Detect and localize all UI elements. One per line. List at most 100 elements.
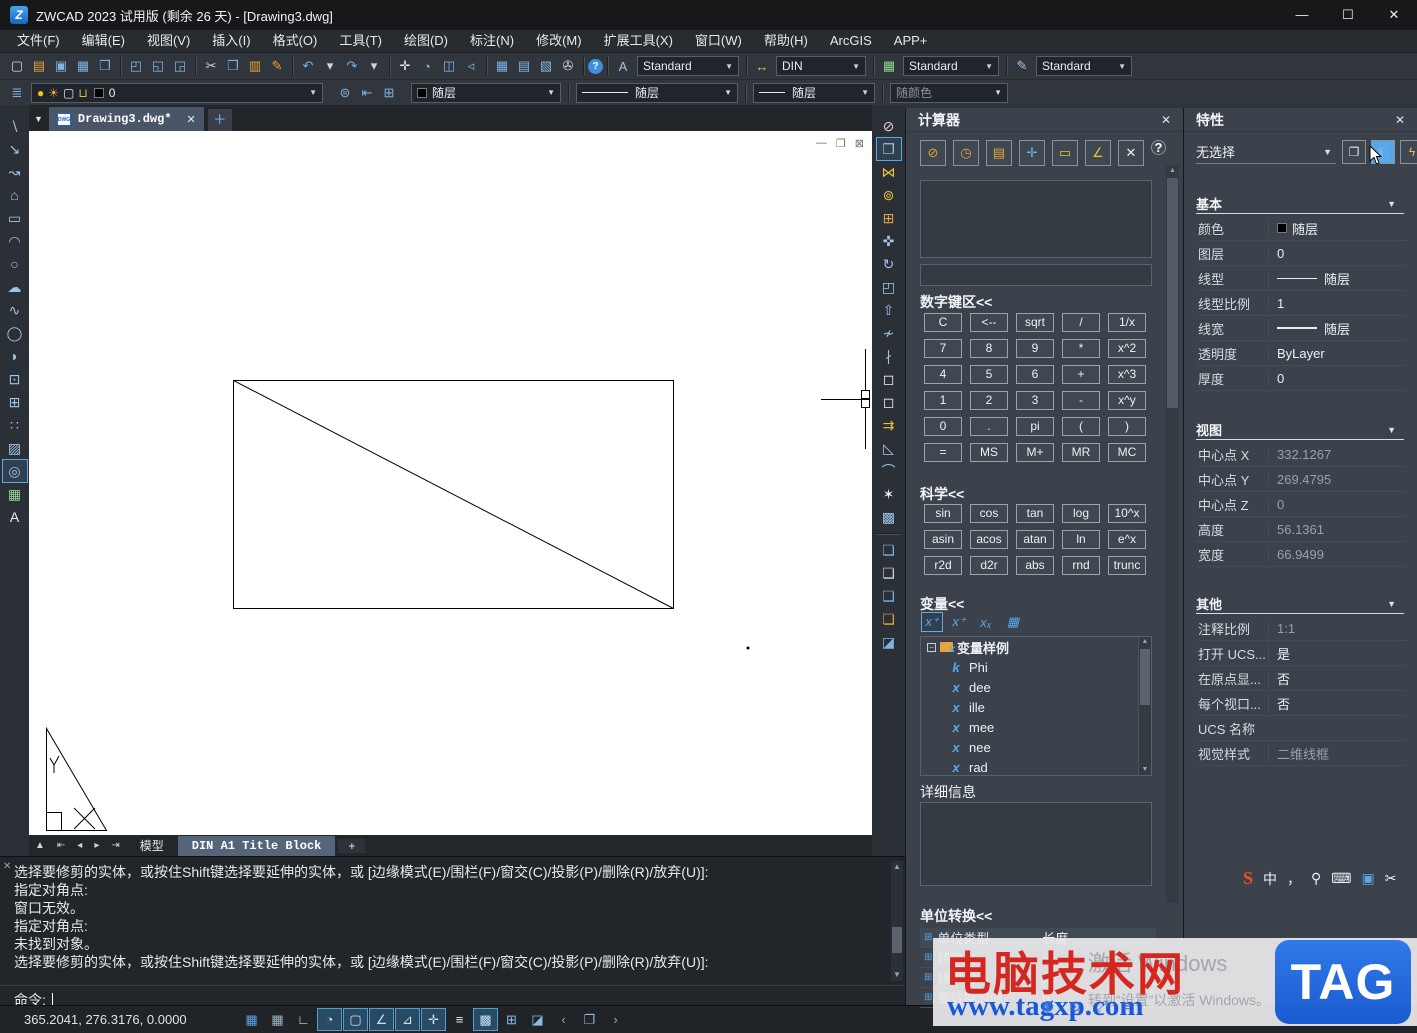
menu-item[interactable]: 视图(V) [136, 30, 201, 52]
rectangle-tool-icon[interactable]: ▭ [3, 207, 27, 229]
scientific-section-header[interactable]: 科学<< [920, 484, 964, 504]
draworder-bg-icon[interactable]: ◪ [877, 631, 901, 653]
tab-model[interactable]: 模型 [126, 836, 178, 856]
calc-key[interactable]: pi [1016, 417, 1054, 436]
array-icon[interactable]: ⊞ [877, 207, 901, 229]
document-tab[interactable]: DWG Drawing3.dwg* ✕ [49, 107, 204, 131]
view-section-header[interactable]: 视图 ▼ [1196, 420, 1404, 440]
property-value[interactable]: 随层 [1268, 219, 1406, 238]
unit-expand-icon[interactable]: ⊞ [924, 992, 932, 1003]
stretch-icon[interactable]: ⇧ [877, 299, 901, 321]
menu-item[interactable]: 修改(M) [525, 30, 593, 52]
copy-drawing-icon[interactable]: ❐ [94, 56, 116, 76]
sci-key[interactable]: trunc [1108, 556, 1146, 575]
variable-row[interactable]: kPhi [921, 657, 1151, 677]
annotation-icon[interactable]: ◪ [526, 1009, 549, 1030]
unit-expand-icon[interactable]: ⊞ [924, 932, 932, 943]
ellipse-arc-tool-icon[interactable]: ◗ [3, 345, 27, 367]
help-icon[interactable]: ? [588, 59, 603, 74]
calc-key[interactable]: 4 [924, 365, 962, 384]
undo-icon[interactable]: ↶ [297, 56, 319, 76]
close-button[interactable]: ✕ [1371, 0, 1417, 30]
calc-key[interactable]: x^3 [1108, 365, 1146, 384]
dim-style-combo[interactable]: DIN▼ [776, 56, 866, 76]
calc-key[interactable]: . [970, 417, 1008, 436]
ime-toolbox-icon[interactable]: ▣ [1362, 870, 1375, 887]
calc-help-icon[interactable]: ? [1151, 140, 1166, 155]
property-value[interactable]: 0 [1268, 246, 1406, 261]
make-block-tool-icon[interactable]: ⊞ [3, 391, 27, 413]
spline-tool-icon[interactable]: ∿ [3, 299, 27, 321]
calc-key[interactable]: 2 [970, 391, 1008, 410]
donut-tool-icon[interactable]: ◎ [3, 460, 27, 482]
layer-states-icon[interactable]: ⊞ [378, 83, 400, 103]
copy-icon[interactable]: ❐ [222, 56, 244, 76]
erase-icon[interactable]: ⊘ [877, 115, 901, 137]
line-tool-icon[interactable]: ∖ [3, 115, 27, 137]
zoom-realtime-icon[interactable]: ◔ [416, 56, 438, 76]
hatch-tool-icon[interactable]: ▨ [3, 437, 27, 459]
calculator-scrollbar[interactable]: ▲ [1166, 165, 1179, 903]
tree-scrollbar[interactable]: ▲ ▼ [1138, 637, 1151, 775]
property-value[interactable]: 随层 [1268, 319, 1406, 338]
keypad-section-header[interactable]: 数字键区<< [920, 292, 992, 312]
calc-key[interactable]: 8 [970, 339, 1008, 358]
calc-key[interactable]: C [924, 313, 962, 332]
mirror-icon[interactable]: ⋈ [877, 161, 901, 183]
selection-dropdown[interactable]: 无选择 ▼ [1196, 140, 1336, 164]
draworder-back-icon[interactable]: ❏ [877, 562, 901, 584]
calc-get-angle-icon[interactable]: ∠ [1085, 140, 1111, 166]
pan-icon[interactable]: ✛ [394, 56, 416, 76]
chamfer-icon[interactable]: ◺ [877, 437, 901, 459]
mdi-close-icon[interactable]: ⊠ [855, 137, 864, 150]
sci-key[interactable]: rnd [1062, 556, 1100, 575]
unit-expand-icon[interactable]: ⊞ [924, 972, 932, 983]
menu-item[interactable]: 窗口(W) [684, 30, 753, 52]
delete-variable-icon[interactable]: xₓ [976, 613, 996, 631]
variables-section-header[interactable]: 变量<< [920, 594, 964, 614]
menu-item[interactable]: ArcGIS [819, 30, 883, 52]
transparency-icon[interactable]: ▩ [474, 1009, 497, 1030]
dynamic-input-icon[interactable]: ✛ [422, 1009, 445, 1030]
calc-key[interactable]: 9 [1016, 339, 1054, 358]
prev-layout-icon[interactable]: ◂ [71, 840, 88, 851]
mtext-tool-icon[interactable]: A [3, 506, 27, 528]
return-value-icon[interactable]: ▦ [1003, 613, 1023, 631]
new-variable-icon[interactable]: x⁺ [922, 613, 942, 631]
calc-key[interactable]: = [924, 443, 962, 462]
collapse-icon[interactable]: − [927, 643, 936, 652]
layout-menu-icon[interactable]: ▲ [29, 840, 51, 851]
calc-key[interactable]: 0 [924, 417, 962, 436]
scroll-down-icon[interactable]: ▼ [1139, 765, 1151, 775]
sci-key[interactable]: e^x [1108, 530, 1146, 549]
next-layout-icon[interactable]: › [604, 1009, 627, 1030]
block-editor-icon[interactable]: ▩ [877, 506, 901, 528]
tab-list-dropdown-icon[interactable]: ▼ [29, 114, 49, 131]
calc-get-point-icon[interactable]: ✛ [1019, 140, 1045, 166]
menu-item[interactable]: 工具(T) [328, 30, 393, 52]
property-value[interactable]: 是 [1268, 644, 1406, 663]
undo-dropdown-icon[interactable]: ▾ [319, 56, 341, 76]
text-window-icon[interactable]: ▧ [535, 56, 557, 76]
sci-key[interactable]: abs [1016, 556, 1054, 575]
object-snap-settings-icon[interactable]: ∠ [370, 1009, 393, 1030]
calc-key[interactable]: 5 [970, 365, 1008, 384]
table-tool-icon[interactable]: ▦ [3, 483, 27, 505]
xline-tool-icon[interactable]: ↘ [3, 138, 27, 160]
sci-key[interactable]: ln [1062, 530, 1100, 549]
circle-tool-icon[interactable]: ○ [3, 253, 27, 275]
calc-key[interactable]: 1/x [1108, 313, 1146, 332]
scroll-down-icon[interactable]: ▼ [891, 969, 903, 981]
next-layout-icon[interactable]: ▸ [88, 840, 105, 851]
draworder-front-icon[interactable]: ❏ [877, 539, 901, 561]
layer-manager-icon[interactable]: ≣ [6, 83, 28, 103]
text-style-combo[interactable]: Standard▼ [637, 56, 739, 76]
calc-history-icon[interactable]: ◷ [953, 140, 979, 166]
table-style-combo[interactable]: Standard▼ [903, 56, 999, 76]
last-layout-icon[interactable]: ⇥ [105, 840, 125, 851]
sci-key[interactable]: r2d [924, 556, 962, 575]
sci-key[interactable]: sin [924, 504, 962, 523]
menu-item[interactable]: 文件(F) [6, 30, 71, 52]
object-snap-icon[interactable]: ▢ [344, 1009, 367, 1030]
save-icon[interactable]: ▣ [50, 56, 72, 76]
